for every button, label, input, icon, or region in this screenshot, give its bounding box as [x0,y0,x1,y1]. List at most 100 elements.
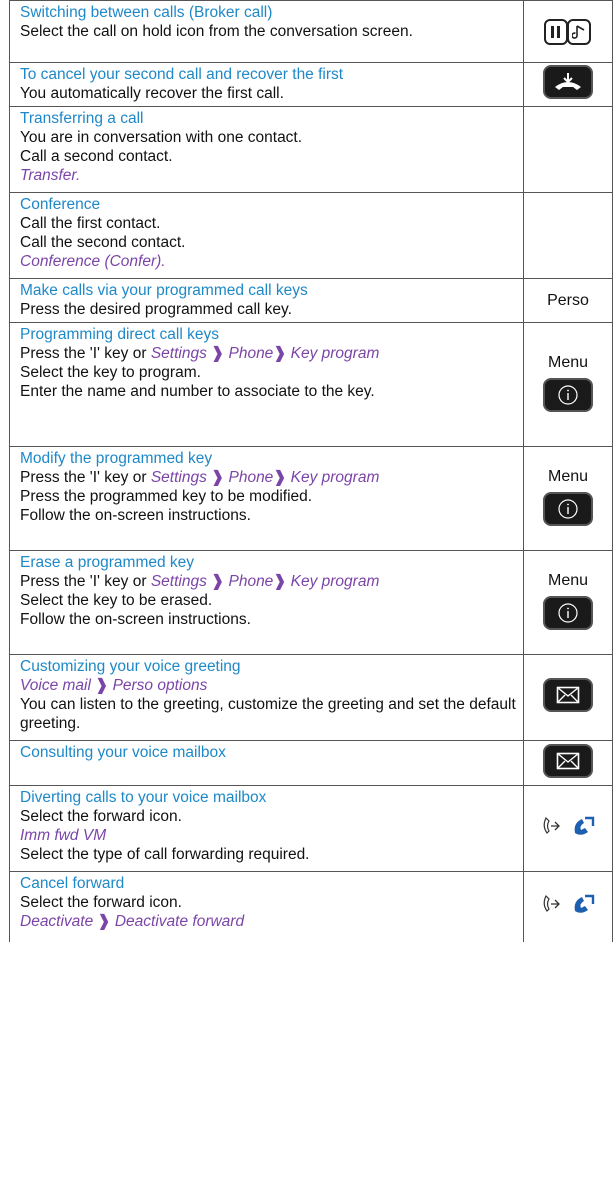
icon-cell: Perso [523,278,613,323]
icon-cell: Menu [523,322,613,447]
info-key-icon[interactable] [543,377,593,412]
menu-path-item: Phone [228,469,274,486]
path-separator: ❱ [211,469,225,486]
menu-path-item: Settings [150,345,207,362]
row-text: Press the programmed key to be modified. [20,488,313,505]
forward-icon[interactable] [541,815,563,837]
table-row: Diverting calls to your voice mailbox Se… [9,785,613,872]
table-row: Conference Call the first contact. Call … [9,192,613,279]
table-row: Make calls via your programmed call keys… [9,278,613,323]
row-text: You can listen to the greeting, customiz… [20,696,516,732]
row-text: Call the second contact. [20,234,186,251]
table-row: Programming direct call keys Press the '… [9,322,613,447]
table-row: Transferring a call You are in conversat… [9,106,613,193]
table-row: Consulting your voice mailbox [9,740,613,786]
path-separator: ❱ [211,573,225,590]
row-title: Switching between calls (Broker call) [20,4,273,21]
path-separator: ❱ [211,345,225,362]
menu-path-item: Phone [228,573,274,590]
row-text: Select the forward icon. [20,808,182,825]
row-title: Consulting your voice mailbox [20,744,226,761]
forward-icons [541,893,595,915]
row-title: To cancel your second call and recover t… [20,66,344,83]
row-title: Make calls via your programmed call keys [20,282,308,299]
description-cell: Consulting your voice mailbox [9,740,524,786]
description-cell: Programming direct call keys Press the '… [9,322,524,447]
softkey-label: Imm fwd VM [20,827,107,844]
row-title: Conference [20,196,101,213]
menu-path-item: Key program [290,469,380,486]
table-row: Erase a programmed key Press the 'I' key… [9,550,613,655]
icon-cell [523,192,613,279]
icon-cell [523,0,613,63]
row-text: Select the forward icon. [20,894,182,911]
icon-cell [523,106,613,193]
description-cell: Make calls via your programmed call keys… [9,278,524,323]
menu-path-item: Settings [150,469,207,486]
menu-path-line: Press the 'I' key or Settings ❱ Phone❱ K… [20,572,517,591]
instructions-table: Switching between calls (Broker call) Se… [9,0,613,942]
row-title: Diverting calls to your voice mailbox [20,789,267,806]
row-title: Customizing your voice greeting [20,658,241,675]
menu-path-item: Voice mail [20,677,91,694]
row-title: Transferring a call [20,110,144,127]
row-text: Call a second contact. [20,148,173,165]
menu-label: Menu [547,353,589,371]
icon-cell [523,740,613,786]
description-cell: Conference Call the first contact. Call … [9,192,524,279]
voicemail-key-icon[interactable] [543,743,593,778]
menu-path-item: Key program [290,573,380,590]
row-text: Follow the on-screen instructions. [20,611,251,628]
info-key-icon[interactable] [543,491,593,526]
row-text: Enter the name and number to associate t… [20,383,375,400]
softkey-label: Conference (Confer). [20,253,166,270]
table-row: Modify the programmed key Press the 'I' … [9,446,613,551]
table-row: Switching between calls (Broker call) Se… [9,0,613,63]
menu-path-item: Perso options [112,677,208,694]
description-cell: Customizing your voice greeting Voice ma… [9,654,524,741]
menu-path-line: Deactivate ❱ Deactivate forward [20,912,517,931]
row-text: Press the 'I' key or [20,573,147,590]
hang-up-key-icon[interactable] [543,65,593,99]
menu-path-item: Deactivate [20,913,94,930]
icon-cell [523,654,613,741]
icon-cell: Menu [523,550,613,655]
voicemail-handset-icon[interactable] [571,815,595,837]
path-separator: ❱ [273,345,287,362]
row-text: Follow the on-screen instructions. [20,507,251,524]
path-separator: ❱ [273,573,287,590]
menu-path-line: Voice mail ❱ Perso options [20,676,517,695]
menu-label: Menu [547,571,589,589]
icon-cell [523,62,613,107]
icon-cell [523,871,613,942]
voicemail-key-icon[interactable] [543,678,593,712]
description-cell: Diverting calls to your voice mailbox Se… [9,785,524,872]
row-title: Cancel forward [20,875,125,892]
row-text: Select the key to be erased. [20,592,213,609]
perso-key-label[interactable]: Perso [524,291,612,310]
menu-path-item: Deactivate forward [114,913,245,930]
icon-cell [523,785,613,872]
menu-path-item: Key program [290,345,380,362]
row-text: Select the key to program. [20,364,201,381]
row-title: Modify the programmed key [20,450,213,467]
description-cell: Transferring a call You are in conversat… [9,106,524,193]
table-row: Cancel forward Select the forward icon. … [9,871,613,942]
menu-path-line: Press the 'I' key or Settings ❱ Phone❱ K… [20,468,517,487]
softkey-label: Transfer. [20,167,81,184]
path-separator: ❱ [273,469,287,486]
path-separator: ❱ [95,677,109,694]
table-row: To cancel your second call and recover t… [9,62,613,107]
row-title: Erase a programmed key [20,554,195,571]
forward-icon[interactable] [541,893,563,915]
row-text: Press the desired programmed call key. [20,301,292,318]
menu-label: Menu [547,467,589,485]
row-text: Select the call on hold icon from the co… [20,23,413,40]
voicemail-handset-icon[interactable] [571,893,595,915]
row-text: You are in conversation with one contact… [20,129,303,146]
instructions-table-container: Switching between calls (Broker call) Se… [9,0,613,942]
info-key-icon[interactable] [543,595,593,630]
menu-path-item: Settings [150,573,207,590]
call-on-hold-icon[interactable] [544,18,591,45]
row-title: Programming direct call keys [20,326,219,343]
